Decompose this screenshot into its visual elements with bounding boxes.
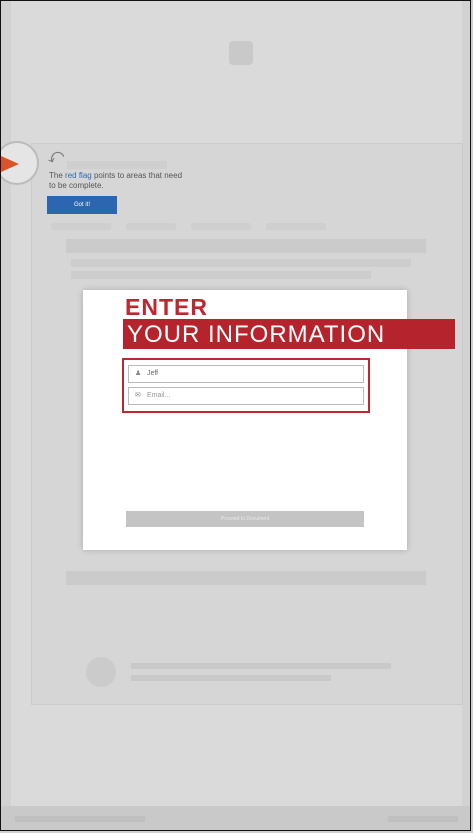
background-tabs — [51, 219, 431, 235]
background-section-header — [66, 239, 426, 253]
user-icon: ♟ — [135, 370, 142, 377]
background-tab — [126, 223, 176, 230]
name-input[interactable]: ♟ Jeff — [128, 365, 364, 383]
background-card-line — [131, 675, 331, 681]
info-modal: ENTER YOUR INFORMATION ♟ Jeff ✉ Email...… — [83, 290, 455, 550]
background-text-row — [71, 259, 411, 267]
name-value: Jeff — [146, 370, 159, 377]
proceed-button[interactable]: Proceed to Document — [126, 511, 364, 527]
email-input[interactable]: ✉ Email... — [128, 387, 364, 405]
logo — [191, 41, 291, 89]
background-card-line — [131, 663, 391, 669]
tour-text-prefix: The — [49, 171, 63, 180]
tour-title — [67, 161, 167, 169]
email-icon: ✉ — [135, 392, 141, 399]
background-section-header — [66, 571, 426, 585]
got-it-button[interactable]: Got it! — [47, 196, 117, 214]
background-footer-card — [71, 653, 426, 693]
modal-heading-line2: YOUR INFORMATION — [123, 319, 455, 349]
tour-text: The red flag points to areas that need t… — [49, 171, 189, 191]
footer-text — [15, 816, 145, 822]
footer-right-text — [388, 816, 458, 822]
background-tab — [191, 223, 251, 230]
background-tab — [266, 223, 326, 230]
app-frame: ⤺ The red flag points to areas that need… — [0, 0, 471, 831]
tour-flag-word: red flag — [65, 171, 92, 180]
footer-bar — [1, 806, 470, 830]
background-card-icon — [86, 657, 116, 687]
logo-mark — [229, 41, 253, 65]
email-placeholder: Email... — [146, 392, 171, 399]
background-tab — [51, 223, 111, 230]
info-fields-group: ♟ Jeff ✉ Email... — [122, 358, 370, 413]
modal-heading-line1: ENTER — [125, 294, 208, 320]
flag-shape — [1, 156, 19, 172]
background-text-row — [71, 271, 371, 279]
